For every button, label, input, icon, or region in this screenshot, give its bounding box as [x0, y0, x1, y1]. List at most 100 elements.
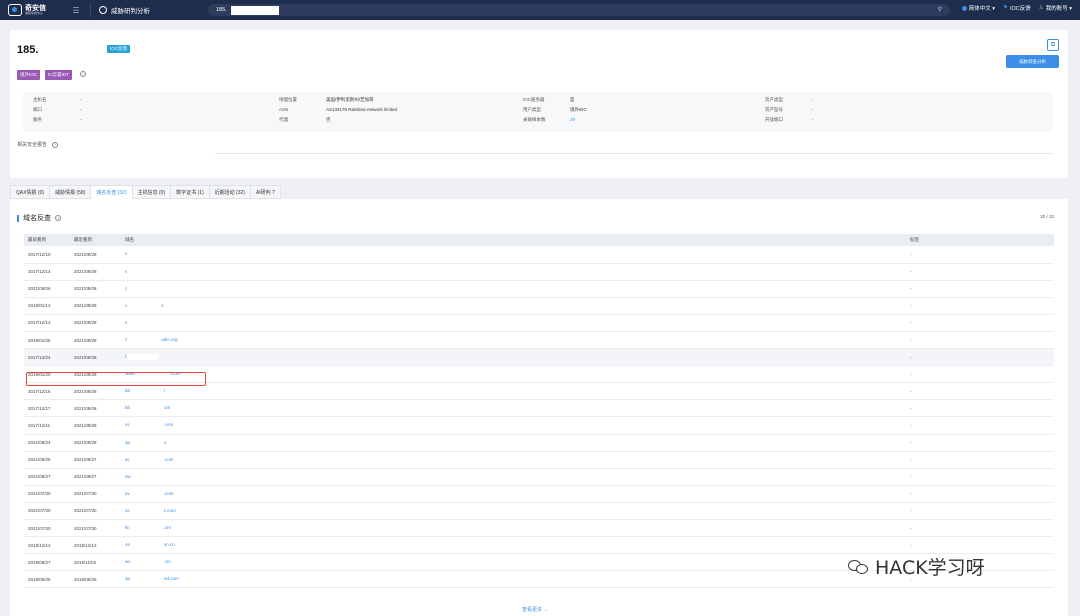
- threat-analysis-button[interactable]: 威胁调查分析: [1006, 55, 1059, 68]
- tab-recent-activity[interactable]: 近期活动 (32): [209, 185, 251, 199]
- last-seen-cell: 2021/07/30: [74, 485, 125, 503]
- tab-ai-judgement[interactable]: AI研判 ?: [250, 185, 281, 199]
- redaction-mask: [129, 285, 160, 292]
- tab-host-info[interactable]: 主机信息 (0): [132, 185, 172, 199]
- view-more-link[interactable]: 查看更多 →: [522, 606, 548, 613]
- domain-link[interactable]: av .com: [125, 485, 910, 503]
- first-seen-cell: 2019/01/25: [24, 331, 74, 350]
- port-value: -: [80, 107, 82, 112]
- redaction-mask: [129, 319, 160, 326]
- first-seen-cell: 2021/07/30: [24, 485, 74, 503]
- tag-cell: -: [910, 314, 1054, 332]
- domain-link[interactable]: s: [125, 314, 910, 332]
- proxy-value: 否: [326, 117, 331, 122]
- last-seen-cell: 2021/09/27: [74, 451, 125, 469]
- search-input[interactable]: 185. ⚲: [208, 4, 950, 16]
- domain-link[interactable]: z udio.org: [125, 331, 910, 350]
- security-report-heading: 相关安全报告 ?: [17, 141, 59, 148]
- search-icon[interactable]: ⚲: [938, 6, 942, 13]
- result-count: 20 / 32: [1040, 214, 1054, 219]
- tab-certificates[interactable]: 数字证书 (1): [171, 185, 210, 199]
- tag-cell: -: [910, 280, 1054, 298]
- flag-icon: ⚑: [1003, 5, 1008, 11]
- user-type-label: 用户类型: [523, 107, 541, 112]
- help-icon[interactable]: ?: [52, 141, 59, 148]
- domain-link[interactable]: lin .om: [125, 519, 910, 538]
- redaction-mask: [132, 405, 163, 412]
- wechat-icon: [848, 558, 870, 576]
- domain-link[interactable]: vs: [125, 297, 910, 315]
- account-menu[interactable]: ♙ 我的账号 ▾: [1039, 4, 1072, 12]
- tag-cell: -: [910, 416, 1054, 435]
- divider: [90, 3, 91, 17]
- ioc-server-value: 是: [570, 97, 575, 102]
- domain-prefix: s: [125, 320, 128, 326]
- domain-link[interactable]: ap ed.com: [125, 570, 910, 589]
- last-seen-cell: 2021/09/28: [74, 416, 125, 435]
- last-seen-cell: 2019/12/12: [74, 536, 125, 555]
- domain-link[interactable]: www. l.com: [125, 365, 910, 384]
- domain-link[interactable]: ac .com: [125, 451, 910, 469]
- tag-cell: -: [910, 263, 1054, 281]
- tab-qax-intel[interactable]: QAX情报 (0): [10, 185, 51, 199]
- tag-cell: -: [910, 519, 1054, 538]
- last-seen-cell: 2021/09/27: [74, 468, 125, 486]
- column-header-first-seen[interactable]: 最早看到: [24, 234, 74, 246]
- domain-link[interactable]: z: [125, 280, 910, 298]
- domain-link[interactable]: bb i: [125, 382, 910, 401]
- asset-type-label: 资产类型: [765, 97, 783, 102]
- domain-prefix: z: [125, 285, 128, 291]
- tab-domain-reverse[interactable]: 域名反查 (32): [91, 185, 133, 199]
- tab-bar: QAX情报 (0) 威胁情报 (58) 域名反查 (32) 主机信息 (0) 数…: [10, 185, 281, 199]
- brand-logo[interactable]: 奇安信 威胁情报中心: [0, 4, 62, 16]
- port-label: 端口: [33, 107, 42, 112]
- domain-suffix: udio.org: [161, 337, 178, 343]
- redaction-mask: [230, 5, 279, 15]
- domain-link[interactable]: v: [125, 263, 910, 281]
- copy-icon[interactable]: ⧉: [1047, 39, 1059, 51]
- first-seen-cell: 2019/09/27: [24, 553, 74, 572]
- tag-cell: -: [910, 399, 1054, 418]
- menu-icon[interactable]: ☰: [70, 4, 82, 16]
- redaction-mask: [132, 388, 163, 395]
- domain-link[interactable]: ss .com: [125, 416, 910, 435]
- ip-info-grid: 主机名 - 端口 - 服务 - 地理位置 美国/伊利诺斯州/芝加哥 ASN AS13417…: [23, 92, 1053, 132]
- help-icon[interactable]: ?: [80, 71, 86, 77]
- table-row: 2017/12/24 2021/09/28 t -: [24, 348, 1054, 367]
- domain-link[interactable]: sw: [125, 468, 910, 486]
- domain-link[interactable]: ap n: [125, 434, 910, 452]
- domain-link[interactable]: s: [125, 246, 910, 264]
- top-navigation-bar: 奇安信 威胁情报中心 ☰ 威胁研判分析 185. ⚲ 简体中文 ▾ ⚑ IOC反馈…: [0, 0, 1080, 20]
- asn-label: ASN: [279, 107, 289, 112]
- last-seen-cell: 2021/09/28: [74, 331, 125, 350]
- help-icon[interactable]: ?: [55, 215, 61, 221]
- last-seen-cell: 2021/09/28: [74, 348, 125, 367]
- domain-table: 最早看到 最近看到 域名 标签 2017/12/10 2021/09/28 s -20…: [24, 234, 1054, 589]
- last-seen-cell: 2019/11/02: [74, 553, 125, 572]
- first-seen-cell: 2019/12/12: [24, 536, 74, 555]
- domain-link[interactable]: 4e xn.cn: [125, 536, 910, 555]
- language-selector[interactable]: 简体中文 ▾: [961, 4, 995, 12]
- domain-prefix: wx: [125, 559, 131, 565]
- table-row: 2019/01/12 2021/09/28 v s -: [24, 297, 1054, 315]
- domain-link[interactable]: ce c.com: [125, 502, 910, 521]
- ioc-feedback-link[interactable]: ⚑ IOC反馈: [1003, 4, 1031, 12]
- ioc-server-label: IOC服务器: [523, 97, 545, 102]
- domain-link[interactable]: t: [125, 348, 910, 367]
- table-row: 2021/07/30 2021/07/30 lin .om -: [24, 519, 1054, 538]
- domain-link[interactable]: wx om: [125, 553, 910, 572]
- app-title[interactable]: 威胁研判分析: [99, 5, 150, 15]
- globe-icon: [961, 5, 967, 11]
- last-seen-cell: 2021/09/28: [74, 246, 125, 264]
- tab-threat-intel[interactable]: 威胁情报 (58): [50, 185, 92, 199]
- security-report-label: 相关安全报告: [17, 142, 48, 148]
- domain-suffix: c.com: [163, 508, 176, 514]
- hostname-label: 主机名: [33, 97, 47, 102]
- ioc-badge: IOC反馈: [107, 45, 131, 53]
- associated-samples-link[interactable]: 29: [570, 117, 575, 123]
- brand-subtitle: 威胁情报中心: [25, 11, 44, 15]
- column-header-last-seen[interactable]: 最近看到: [74, 234, 125, 246]
- domain-suffix: i: [164, 388, 166, 394]
- first-seen-cell: 2017/12/11: [24, 416, 74, 435]
- domain-link[interactable]: bb om: [125, 399, 910, 418]
